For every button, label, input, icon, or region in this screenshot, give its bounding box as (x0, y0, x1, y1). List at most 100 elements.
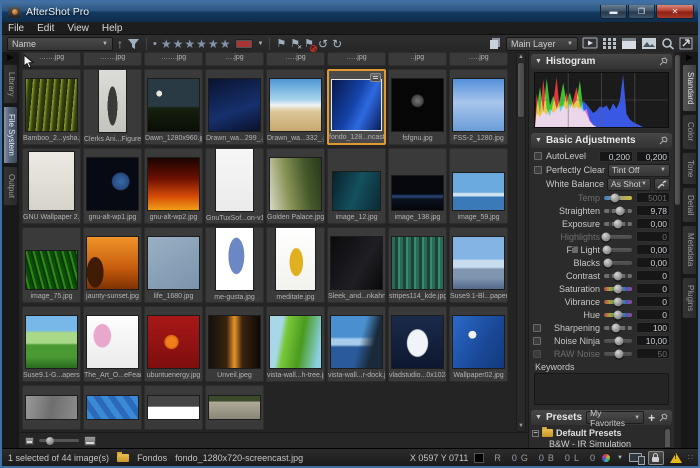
fullscreen-icon[interactable] (679, 37, 693, 50)
preset-default-presets[interactable]: −Default Presets (532, 428, 671, 438)
thumbnail-cell[interactable]: Suse9.1-Bl...papers.jpg (449, 227, 508, 303)
thumbnail-cell[interactable]: Sleek_and...nkahn.jpg (327, 227, 386, 303)
color-management-icon[interactable] (601, 453, 611, 463)
resize-grip[interactable]: ∷ (688, 453, 692, 462)
highlights-value[interactable]: 0 (636, 231, 670, 242)
noise-ninja-checkbox[interactable] (533, 337, 541, 345)
thumbnail-cell[interactable]: …….jpg (144, 52, 203, 66)
warning-icon[interactable] (670, 453, 682, 463)
single-view-icon[interactable] (621, 37, 637, 50)
thumbnail-cell[interactable]: FSS-2_1280.jpg (449, 69, 508, 145)
thumbnail-cell[interactable]: Drawn_wa...299_.jpg (205, 69, 264, 145)
slider-knob[interactable] (614, 349, 623, 358)
grid-scrollbar[interactable]: ▲ ▼ (516, 52, 526, 432)
blacks-value[interactable]: 0,00 (636, 257, 670, 268)
star-icon[interactable]: ★ (161, 37, 173, 51)
slider-knob[interactable] (614, 284, 623, 293)
autolevel-low-value[interactable]: 0,200 (599, 151, 633, 162)
slideshow-icon[interactable] (582, 37, 598, 50)
perfectly-clear-dropdown[interactable]: Tint Off ▼ (608, 164, 670, 177)
scrollbar-thumb[interactable] (675, 55, 680, 205)
thumbnail-cell[interactable]: Suse9.1-G...apers.jpg (22, 306, 81, 382)
exposure-value[interactable]: 0,00 (636, 218, 670, 229)
minimize-button[interactable]: ▬ (600, 5, 627, 19)
eyedropper-icon[interactable] (654, 178, 670, 191)
thumbnail-cell[interactable]: image_59.jpg (449, 148, 508, 224)
rating-none-icon[interactable]: • (153, 38, 157, 50)
menu-file[interactable]: File (8, 23, 24, 34)
add-preset-button[interactable]: + (648, 412, 655, 424)
scroll-down-icon[interactable]: ▼ (518, 422, 524, 431)
star-icon[interactable]: ★ (173, 37, 185, 51)
presets-collection-dropdown[interactable]: My Favorites ▼ (586, 411, 644, 424)
pin-icon[interactable] (659, 57, 668, 66)
histogram-header[interactable]: ▼ Histogram (531, 54, 672, 69)
thumbnail-cell[interactable]: GNU Wallpaper 2.jpg (22, 148, 81, 224)
slider-knob[interactable] (611, 193, 620, 202)
slider-knob[interactable] (603, 258, 612, 267)
slider-knob[interactable] (602, 232, 611, 241)
thumbnail-size-slider[interactable] (39, 439, 79, 442)
thumbnail-cell[interactable]: vista-wall...h-tree.jpg (266, 306, 325, 382)
collapse-icon[interactable]: ▼ (535, 414, 542, 421)
presets-header[interactable]: ▼ Presets My Favorites ▼ + (531, 410, 672, 425)
thumbnail-cell[interactable]: stripes114_kde.jpg (388, 227, 447, 303)
thumbnail-cell[interactable]: meditate.jpg (266, 227, 325, 303)
magnifier-icon[interactable] (661, 37, 675, 50)
tab-library[interactable]: Library (3, 64, 18, 104)
layers-icon[interactable] (488, 37, 502, 50)
thumbnail-cell[interactable]: fsfgnu.jpg (388, 69, 447, 145)
thumbnail-cell[interactable]: vista-wall...r-dock.jpg (327, 306, 386, 382)
thumbnail-cell[interactable]: Wallpaper02.jpg (449, 306, 508, 382)
thumbnail-cell[interactable]: The_Art_O...eFear.jpg (83, 306, 142, 382)
thumbnail-cell[interactable]: …..jpg (266, 52, 325, 66)
preview-view-icon[interactable] (641, 37, 657, 50)
thumbnail-cell[interactable]: …….jpg (83, 52, 142, 66)
thumbnail-cell[interactable]: ubuntuenergy.jpg (144, 306, 203, 382)
thumbnail-cell[interactable] (144, 385, 203, 430)
tab-output[interactable]: Output (3, 166, 18, 206)
fill-light-slider[interactable] (604, 248, 632, 252)
temp-value[interactable]: 5001 (636, 192, 670, 203)
collapse-icon[interactable]: ▼ (535, 58, 542, 65)
tab-standard[interactable]: Standard (682, 64, 697, 112)
thumbnail-size-knob[interactable] (46, 437, 54, 445)
tab-file-system[interactable]: File System (3, 106, 18, 164)
dual-display-icon[interactable] (629, 453, 642, 462)
perfectly-clear-checkbox[interactable] (534, 166, 542, 174)
thumbnail-cell[interactable]: Clerks Ani...Figure.jpg (83, 69, 142, 145)
filter-icon[interactable] (127, 38, 140, 50)
scroll-up-icon[interactable]: ▲ (518, 53, 524, 62)
sharpening-checkbox[interactable] (533, 324, 541, 332)
slider-knob[interactable] (614, 219, 623, 228)
straighten-slider[interactable] (604, 209, 632, 213)
thumbnail-cell[interactable]: …….jpg (22, 52, 81, 66)
thumbnail-cell[interactable] (22, 385, 81, 430)
thumbnail-cell[interactable]: gnu-alt-wp1.jpg (83, 148, 142, 224)
hue-slider[interactable] (604, 313, 632, 317)
star-icon[interactable]: ★ (220, 37, 232, 51)
menu-view[interactable]: View (67, 23, 89, 34)
noise-ninja-value[interactable]: 10,00 (636, 335, 670, 346)
color-label-swatch[interactable] (235, 39, 253, 49)
sharpening-value[interactable]: 100 (636, 322, 670, 333)
collapse-folder-icon[interactable]: − (532, 430, 539, 437)
blacks-slider[interactable] (604, 261, 632, 265)
lock-toggle[interactable] (648, 451, 664, 465)
autolevel-checkbox[interactable] (534, 152, 542, 160)
contrast-slider[interactable] (604, 274, 632, 278)
thumbnail-cell[interactable] (205, 385, 264, 430)
star-icon[interactable]: ★ (208, 37, 220, 51)
keywords-input[interactable] (534, 373, 669, 405)
thumbnail-cell[interactable]: image_75.jpg (22, 227, 81, 303)
hue-value[interactable]: 0 (636, 309, 670, 320)
fill-light-value[interactable]: 0,00 (636, 244, 670, 255)
tab-detail[interactable]: Detail (682, 187, 697, 223)
thumbnail-cell[interactable]: image_138.jpg (388, 148, 447, 224)
scrollbar-thumb[interactable] (517, 62, 525, 118)
collapse-left-panel-icon[interactable]: ▶ (7, 53, 14, 62)
tab-plugins[interactable]: Plugins (682, 277, 697, 319)
star-icon[interactable]: ★ (184, 37, 196, 51)
rotate-right-icon[interactable]: ↻ (332, 37, 342, 51)
saturation-value[interactable]: 0 (636, 283, 670, 294)
